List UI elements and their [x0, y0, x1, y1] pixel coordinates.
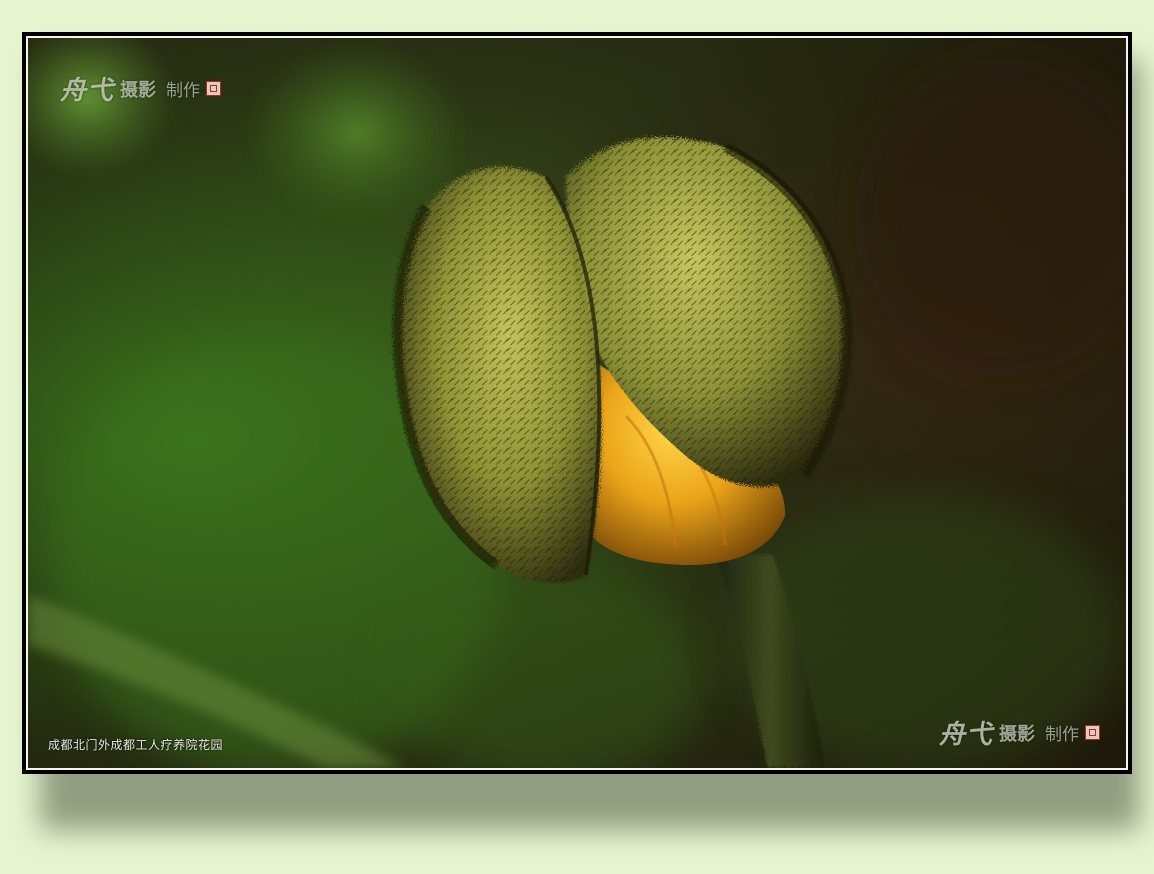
watermark-word-photography: 摄影 [999, 723, 1035, 745]
photo-frame: 舟弋 摄影 制作 舟弋 摄影 制作 成都北门外成都工人疗养院花园 [22, 32, 1132, 774]
photo-caption: 成都北门外成都工人疗养院花园 [48, 738, 224, 752]
watermark-bottom-right: 舟弋 摄影 制作 [939, 714, 1100, 751]
watermark-word-made: 制作 [1045, 725, 1079, 745]
watermark-word-photography: 摄影 [120, 79, 157, 101]
watermark-signature: 舟弋 [938, 720, 993, 750]
watermark-word-made: 制作 [166, 81, 201, 101]
seal-stamp-icon [1085, 725, 1100, 740]
poppy-bud-icon [28, 38, 1126, 768]
seal-stamp-icon [206, 81, 222, 96]
watermark-top-left: 舟弋 摄影 制作 [60, 70, 222, 107]
watermark-signature: 舟弋 [60, 76, 115, 106]
photo: 舟弋 摄影 制作 舟弋 摄影 制作 成都北门外成都工人疗养院花园 [26, 36, 1128, 770]
